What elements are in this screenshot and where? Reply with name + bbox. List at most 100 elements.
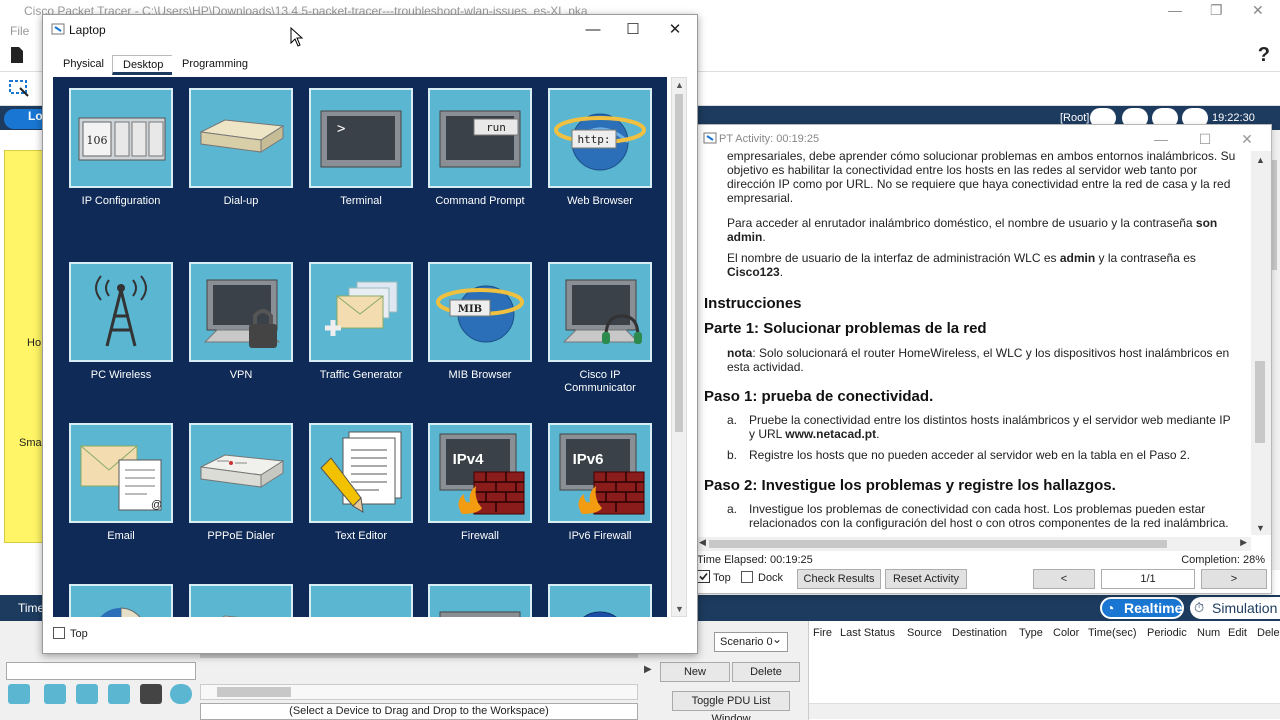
check-results-button[interactable]: Check Results <box>797 569 881 589</box>
app-dial-up[interactable]: Dial-up <box>189 88 293 208</box>
checked-icon[interactable] <box>697 570 710 583</box>
desktop-scrollbar[interactable]: ▲ ▼ <box>671 77 687 617</box>
svg-text:run: run <box>486 121 506 134</box>
app-text-editor[interactable]: Text Editor <box>309 423 413 543</box>
pdu-col-time: Time(sec) <box>1088 627 1137 639</box>
app-cisco-ip-communicator[interactable]: Cisco IP Communicator <box>548 262 652 395</box>
device-security-icon[interactable] <box>140 684 162 704</box>
tab-programming[interactable]: Programming <box>172 55 259 75</box>
reset-activity-button[interactable]: Reset Activity <box>885 569 967 589</box>
device-search-input[interactable] <box>6 662 196 680</box>
app-vpn[interactable]: VPN <box>189 262 293 382</box>
scroll-left-icon[interactable]: ◀ <box>699 537 706 548</box>
modem-icon <box>199 119 285 153</box>
wireless-tower-icon <box>95 275 147 347</box>
dock-checkbox[interactable]: Dock <box>741 569 783 589</box>
pt-activity-title-bar[interactable]: PT Activity: 00:19:25 — ☐ ✕ <box>695 125 1271 151</box>
app-web-browser[interactable]: http: Web Browser <box>548 88 652 208</box>
laptop-maximize-icon[interactable]: ☐ <box>613 19 653 41</box>
scroll-right-icon[interactable]: ▶ <box>1240 537 1247 548</box>
app-label: Text Editor <box>335 530 387 542</box>
app-partial-5[interactable] <box>548 584 652 617</box>
scenario-select[interactable]: Scenario 0 <box>714 632 788 652</box>
scroll-thumb[interactable] <box>675 94 683 432</box>
pt-activity-close-icon[interactable]: ✕ <box>1227 129 1267 149</box>
app-command-prompt[interactable]: run Command Prompt <box>428 88 532 208</box>
app-ip-configuration[interactable]: 106 IP Configuration <box>69 88 173 208</box>
restore-icon[interactable]: ❐ <box>1210 2 1223 19</box>
wlc-credentials: El nombre de usuario de la interfaz de a… <box>727 251 1196 279</box>
app-label: IPv6 Firewall <box>568 530 632 542</box>
app-partial-3[interactable] <box>309 584 413 617</box>
select-icon[interactable] <box>8 78 30 98</box>
app-ipv6-firewall[interactable]: IPv6 IPv6 Firewall <box>548 423 652 543</box>
app-label: Web Browser <box>567 195 633 207</box>
instructions-horizontal-scrollbar[interactable]: ◀ ▶ <box>695 537 1251 551</box>
svg-text:106: 106 <box>87 134 108 147</box>
app-pc-wireless[interactable]: PC Wireless <box>69 262 173 382</box>
app-partial-1[interactable] <box>69 584 173 617</box>
laptop-window-icon <box>51 23 65 35</box>
tab-physical[interactable]: Physical <box>53 55 114 75</box>
device-switches-icon[interactable] <box>44 684 66 704</box>
minimize-icon[interactable]: — <box>1168 2 1182 18</box>
pdu-col-destination: Destination <box>952 627 1008 639</box>
simulation-button[interactable]: Simulation <box>1190 597 1280 619</box>
svg-text:MIB: MIB <box>458 304 482 315</box>
pdu-col-source: Source <box>907 627 942 639</box>
instructions-vertical-scrollbar[interactable]: ▲ ▼ <box>1251 151 1271 535</box>
ip-communicator-icon <box>562 279 642 344</box>
scroll-down-icon[interactable]: ▼ <box>675 604 684 614</box>
close-icon[interactable]: ✕ <box>1252 2 1264 19</box>
device-routers-icon[interactable] <box>8 684 30 704</box>
delete-scenario-button[interactable]: Delete <box>732 662 800 682</box>
scroll-down-icon[interactable]: ▼ <box>1256 523 1265 533</box>
tab-desktop[interactable]: Desktop <box>112 55 175 75</box>
unchecked-icon[interactable] <box>741 571 753 583</box>
app-traffic-generator[interactable]: Traffic Generator <box>309 262 413 382</box>
logical-tab[interactable]: Lo <box>4 109 44 129</box>
scroll-up-icon[interactable]: ▲ <box>1256 155 1265 165</box>
scroll-thumb[interactable] <box>1255 361 1265 443</box>
scroll-up-icon[interactable]: ▲ <box>675 80 684 90</box>
collapse-arrow-icon[interactable]: ▶ <box>644 664 652 675</box>
step1-heading: Paso 1: prueba de conectividad. <box>704 388 934 405</box>
laptop-close-icon[interactable]: ✕ <box>655 19 695 41</box>
device-list-scrollbar[interactable] <box>200 684 638 700</box>
instructions-content[interactable]: empresariales, debe aprender cómo soluci… <box>695 151 1251 537</box>
device-hubs-icon[interactable] <box>76 684 98 704</box>
page-indicator[interactable]: 1/1 <box>1101 569 1195 589</box>
app-partial-4[interactable]: > <box>428 584 532 617</box>
time-elapsed: Time Elapsed: 00:19:25 <box>697 554 813 566</box>
toggle-pdu-list-button[interactable]: Toggle PDU List Window <box>672 691 790 720</box>
new-scenario-button[interactable]: New <box>660 662 730 682</box>
app-terminal[interactable]: > Terminal <box>309 88 413 208</box>
hscroll-thumb[interactable] <box>709 540 1167 548</box>
unchecked-icon[interactable] <box>53 627 65 639</box>
device-wan-icon[interactable] <box>170 684 192 704</box>
app-email[interactable]: @ Email <box>69 423 173 543</box>
app-mib-browser[interactable]: MIB MIB Browser <box>428 262 532 382</box>
next-page-button[interactable]: > <box>1201 569 1267 589</box>
root-label: [Root] <box>1060 112 1090 124</box>
top-checkbox[interactable]: Top <box>697 569 731 589</box>
previous-page-button[interactable]: < <box>1033 569 1095 589</box>
help-icon[interactable]: ? <box>1258 44 1270 67</box>
pt-activity-maximize-icon[interactable]: ☐ <box>1185 129 1225 149</box>
pie-chart-icon <box>100 607 141 617</box>
app-pppoe-dialer[interactable]: PPPoE Dialer <box>189 423 293 543</box>
app-firewall[interactable]: IPv4 Firewall <box>428 423 532 543</box>
laptop-top-checkbox[interactable]: Top <box>53 627 88 640</box>
time-label: Time <box>18 601 45 615</box>
laptop-title-bar[interactable]: Laptop — ☐ ✕ <box>43 15 697 45</box>
device-wireless-icon[interactable] <box>108 684 130 704</box>
home-router-credentials: Para acceder al enrutador inalámbrico do… <box>727 216 1218 244</box>
pt-activity-minimize-icon[interactable]: — <box>1141 129 1181 149</box>
laptop-window: Laptop — ☐ ✕ Physical Desktop Programmin… <box>42 14 698 654</box>
new-file-icon[interactable] <box>10 46 24 64</box>
laptop-minimize-icon[interactable]: — <box>573 19 613 41</box>
menu-file[interactable]: File <box>10 24 29 38</box>
pdu-list-scrollbar[interactable] <box>809 703 1280 719</box>
app-partial-2[interactable] <box>189 584 293 617</box>
realtime-button[interactable]: Realtime <box>1100 597 1184 619</box>
